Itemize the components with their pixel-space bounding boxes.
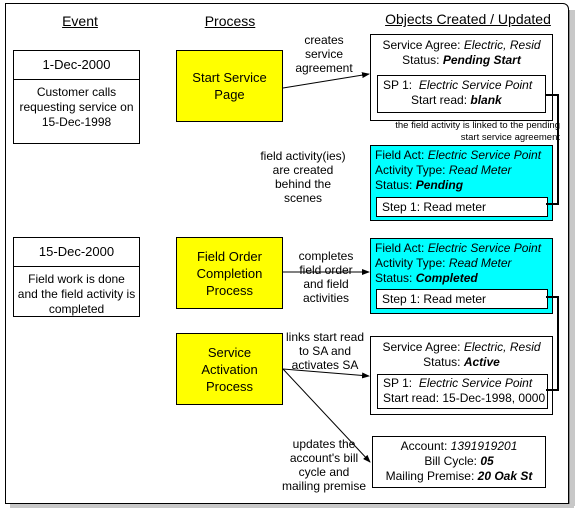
link-fa-completed-to-sp — [546, 296, 559, 391]
link-sp-to-fa-pending — [546, 94, 559, 205]
connector-lines — [282, 72, 559, 463]
arrow-start-service-to-sa — [282, 72, 370, 89]
arrow-activation-to-account — [282, 368, 371, 463]
arrow-activation-to-sa — [282, 368, 370, 379]
